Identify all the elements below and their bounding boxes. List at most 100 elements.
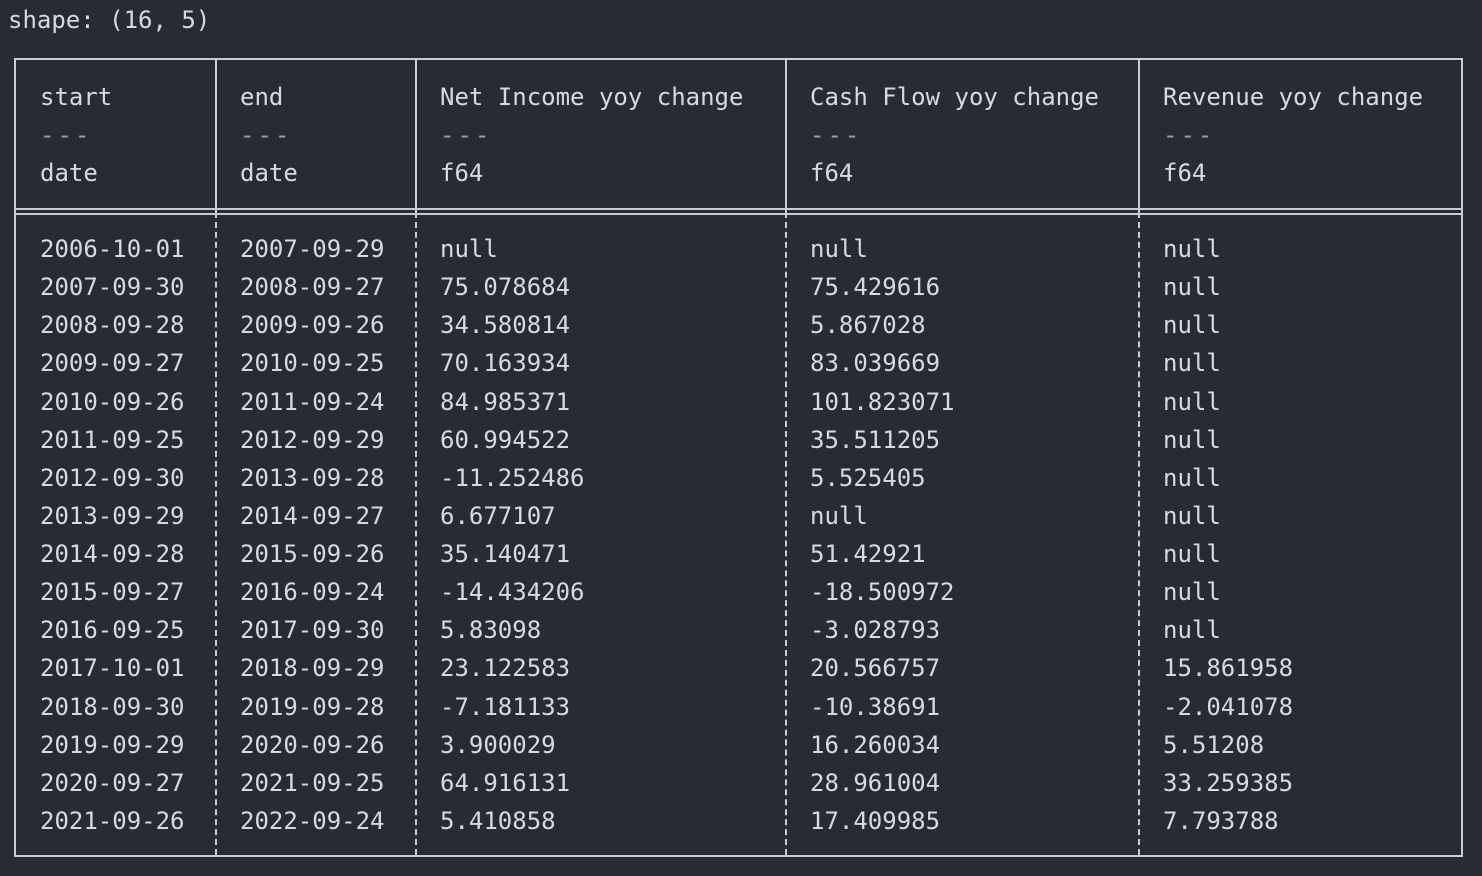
table-cell: 2009-09-26 [240,311,385,340]
table-cell: 2017-09-30 [240,616,385,645]
table-cell: 2019-09-28 [240,692,385,721]
table-cell: 15.861958 [1163,654,1294,683]
column-header-separator: --- [810,121,863,149]
column-divider-header [785,60,787,212]
table-cell: 2014-09-28 [40,540,185,569]
column-dtype: date [240,159,298,187]
table-cell: null [1163,387,1221,416]
column-dtype: f64 [1163,159,1207,187]
column-divider [215,212,217,855]
table-cell: 5.525405 [810,463,926,492]
column-header-name: Revenue yoy change [1163,83,1424,111]
table-cell: 2006-10-01 [40,235,185,263]
table-cell: null [1163,501,1221,530]
table-cell: null [1163,540,1221,569]
table-cell: 35.511205 [810,425,941,454]
column-divider-header [215,60,217,212]
column-divider-header [415,60,417,212]
table-cell: 70.163934 [440,349,571,378]
table-cell: 3.900029 [440,730,556,759]
column-header-separator: --- [40,121,93,149]
table-cell: 5.410858 [440,806,556,835]
table-cell: null [1163,463,1221,492]
table-cell: -3.028793 [810,616,941,645]
table-cell: 2014-09-27 [240,501,385,530]
table-cell: null [1163,235,1221,263]
column-header-name: Cash Flow yoy change [810,83,1099,111]
table-cell: 2017-10-01 [40,654,185,683]
table-cell: 2016-09-25 [40,616,185,645]
table-cell: 75.078684 [440,273,571,302]
table-cell: 2013-09-28 [240,463,385,492]
column-dtype: f64 [810,159,854,187]
table-cell: 2012-09-30 [40,463,185,492]
table-cell: 2012-09-29 [240,425,385,454]
table-cell: 2020-09-27 [40,768,185,797]
table-cell: 5.51208 [1163,730,1265,759]
dataframe-table: start --- date end --- date Net Income yoy cha… [14,58,1463,857]
table-cell: 20.566757 [810,654,941,683]
table-cell: 17.409985 [810,806,941,835]
table-cell: 2016-09-24 [240,578,385,607]
header-separator [16,208,1461,215]
table-cell: 2018-09-29 [240,654,385,683]
table-cell: null [1163,616,1221,645]
table-cell: -14.434206 [440,578,585,607]
table-cell: null [810,501,868,530]
column-divider-header [1138,60,1140,212]
table-cell: 83.039669 [810,349,941,378]
column-dtype: f64 [440,159,484,187]
column-header-separator: --- [440,121,493,149]
table-cell: 51.42921 [810,540,926,569]
table-cell: -2.041078 [1163,692,1294,721]
table-cell: 64.916131 [440,768,571,797]
column-header-name: end [240,83,284,111]
table-cell: 7.793788 [1163,806,1279,835]
table-cell: 2009-09-27 [40,349,185,378]
table-cell: 2019-09-29 [40,730,185,759]
table-cell: null [810,235,868,263]
column-divider [1138,212,1140,855]
table-cell: 2007-09-29 [240,235,385,263]
table-cell: 2013-09-29 [40,501,185,530]
table-cell: 2021-09-26 [40,806,185,835]
table-cell: -18.500972 [810,578,955,607]
table-cell: 60.994522 [440,425,571,454]
table-cell: 5.867028 [810,311,926,340]
column-header-name: Net Income yoy change [440,83,744,111]
table-cell: 5.83098 [440,616,542,645]
table-cell: 2011-09-24 [240,387,385,416]
table-cell: 2008-09-27 [240,273,385,302]
table-cell: 35.140471 [440,540,571,569]
column-header-separator: --- [240,121,293,149]
table-cell: null [1163,311,1221,340]
table-cell: 34.580814 [440,311,571,340]
column-divider [415,212,417,855]
table-cell: 2008-09-28 [40,311,185,340]
column-dtype: date [40,159,98,187]
table-cell: 2010-09-25 [240,349,385,378]
table-cell: null [1163,273,1221,302]
table-cell: 2011-09-25 [40,425,185,454]
table-cell: null [1163,425,1221,454]
table-cell: 2010-09-26 [40,387,185,416]
table-cell: 2020-09-26 [240,730,385,759]
table-cell: 23.122583 [440,654,571,683]
table-cell: 28.961004 [810,768,941,797]
table-cell: 2022-09-24 [240,806,385,835]
table-cell: 2018-09-30 [40,692,185,721]
column-divider [785,212,787,855]
table-cell: 6.677107 [440,501,556,530]
table-cell: 101.823071 [810,387,955,416]
column-header-separator: --- [1163,121,1216,149]
table-cell: null [1163,349,1221,378]
table-cell: 33.259385 [1163,768,1294,797]
shape-label: shape: (16, 5) [8,6,211,34]
table-cell: -11.252486 [440,463,585,492]
table-cell: 75.429616 [810,273,941,302]
table-cell: 2007-09-30 [40,273,185,302]
table-cell: -10.38691 [810,692,941,721]
table-cell: -7.181133 [440,692,571,721]
table-cell: 2015-09-27 [40,578,185,607]
column-header-name: start [40,83,113,111]
